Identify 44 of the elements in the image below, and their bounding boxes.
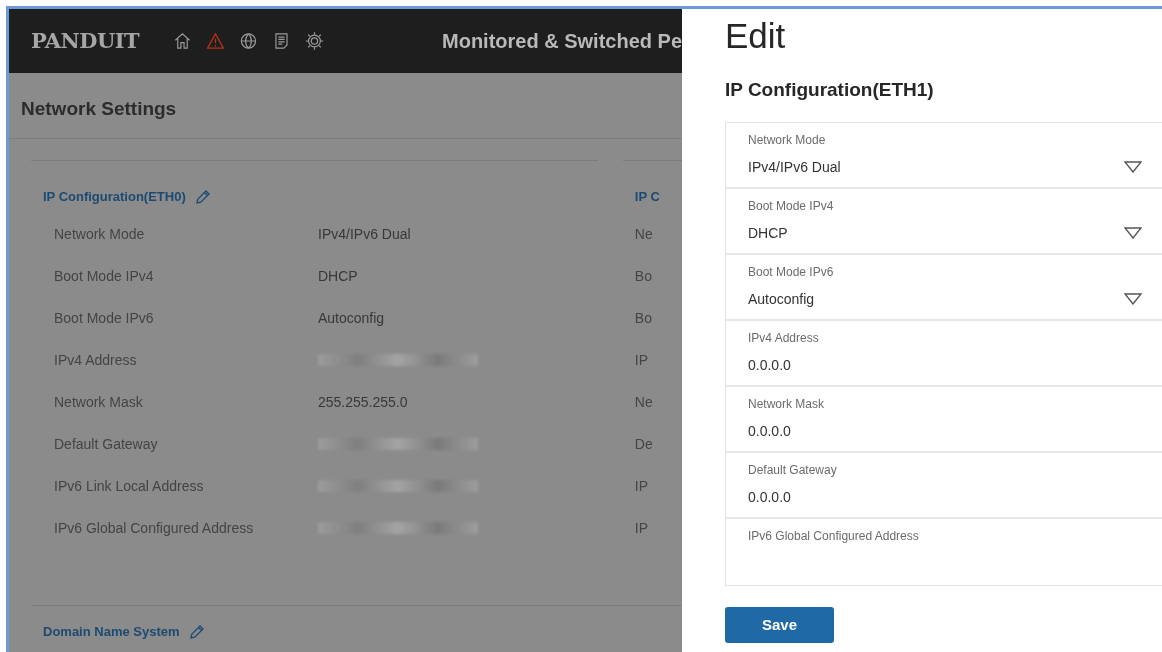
field-value: DHCP <box>318 266 358 286</box>
page-title: Network Settings <box>9 73 682 139</box>
pencil-icon[interactable] <box>193 188 212 206</box>
field-label: Ne <box>634 224 653 244</box>
caret-icon <box>1124 227 1142 239</box>
input-field[interactable]: Network Mask 0.0.0.0 <box>726 387 1162 453</box>
field-label: Bo <box>634 308 652 328</box>
section-title: Domain Name System <box>43 623 180 641</box>
select-field[interactable]: Network Mode IPv4/IPv6 Dual <box>726 123 1162 189</box>
field-value: IPv4/IPv6 Dual <box>318 224 411 244</box>
section-title: IP Configuration(ETH0) <box>43 188 186 207</box>
field-value: Autoconfig <box>318 308 385 328</box>
select-field[interactable]: Boot Mode IPv6 Autoconfig <box>726 255 1162 321</box>
gear-icon[interactable] <box>305 30 324 52</box>
globe-icon[interactable] <box>239 30 259 52</box>
field-label: Network Mode <box>53 224 146 244</box>
input-field[interactable]: IPv6 Global Configured Address <box>726 519 1162 585</box>
field-label: IP <box>634 350 649 370</box>
section-title: IP Configuration(ETH1) <box>725 77 935 102</box>
input-field[interactable]: Default Gateway 0.0.0.0 <box>726 453 1162 519</box>
field-label: IP <box>634 518 649 538</box>
field-label: Ne <box>634 392 653 412</box>
app-title: Monitored & Switched Pe <box>442 29 682 54</box>
field-label: IP <box>634 476 649 496</box>
field-label: IPv4 Address <box>53 350 138 370</box>
field-label: Bo <box>634 266 652 286</box>
field-label: De <box>634 434 653 454</box>
logo: PANDUIT <box>31 27 140 56</box>
field-value: 255.255.255.0 <box>318 392 408 412</box>
field-label: Boot Mode IPv4 <box>53 266 155 286</box>
field-label: Network Mask <box>53 392 144 412</box>
field-label: IPv6 Global Configured Address <box>53 518 255 538</box>
caret-icon <box>1124 161 1142 173</box>
input-field[interactable]: IPv4 Address 0.0.0.0 <box>726 321 1162 387</box>
warning-icon[interactable] <box>206 30 226 52</box>
field-label: Boot Mode IPv6 <box>53 308 155 328</box>
drawer-title: Edit <box>725 17 787 56</box>
field-label: IPv6 Link Local Address <box>53 476 205 496</box>
caret-icon <box>1124 293 1142 305</box>
home-icon[interactable] <box>173 30 193 52</box>
field-label: Default Gateway <box>53 434 159 454</box>
section-title: IP C <box>634 188 660 207</box>
save-button[interactable]: Save <box>725 607 834 643</box>
select-field[interactable]: Boot Mode IPv4 DHCP <box>726 189 1162 255</box>
